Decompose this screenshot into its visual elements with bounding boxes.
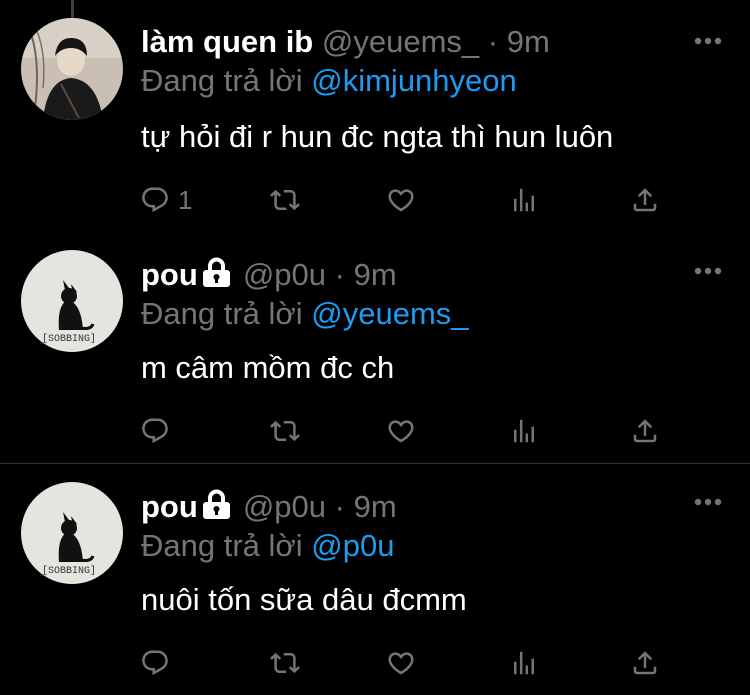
retweet-icon	[270, 185, 300, 215]
separator-dot: ·	[487, 24, 499, 59]
mention-link[interactable]: @yeuems_	[311, 296, 468, 331]
share-button[interactable]	[630, 646, 660, 680]
tweet-2[interactable]: [SOBBING] pou @p0u · 9m Đang trả lời @yeu…	[0, 230, 750, 463]
replying-prefix: Đang trả lời	[141, 63, 303, 98]
reply-count: 1	[178, 184, 193, 215]
action-bar	[140, 414, 680, 448]
tweet-header: pou @p0u · 9m	[141, 489, 397, 525]
thread-line-top	[71, 0, 74, 18]
like-button[interactable]	[386, 414, 416, 448]
analytics-button[interactable]	[509, 414, 539, 448]
like-icon	[386, 416, 416, 446]
replying-prefix: Đang trả lời	[141, 296, 303, 331]
more-icon[interactable]	[694, 267, 722, 275]
user-handle[interactable]: @yeuems_	[322, 24, 479, 59]
display-name[interactable]: pou	[141, 257, 198, 292]
reply-button[interactable]	[140, 646, 170, 680]
analytics-button[interactable]	[509, 183, 539, 217]
person-photo-icon	[21, 18, 123, 120]
mention-link[interactable]: @kimjunhyeon	[311, 63, 517, 98]
like-button[interactable]	[386, 646, 416, 680]
display-name[interactable]: pou	[141, 489, 198, 524]
retweet-button[interactable]	[270, 183, 300, 217]
mention-link[interactable]: @p0u	[311, 528, 394, 563]
tweet-header: làm quen ib @yeuems_ · 9m	[141, 24, 550, 60]
lock-icon	[202, 489, 231, 520]
reply-button[interactable]: 1	[140, 183, 192, 217]
action-bar	[140, 646, 680, 680]
tweet-text: tự hỏi đi r hun đc ngta thì hun luôn	[141, 119, 614, 154]
timestamp[interactable]: 9m	[354, 489, 397, 524]
avatar-caption: [SOBBING]	[42, 334, 97, 345]
display-name[interactable]: làm quen ib	[141, 24, 313, 59]
action-bar: 1	[140, 183, 680, 217]
reply-icon	[140, 185, 170, 215]
share-icon	[630, 185, 660, 215]
user-handle[interactable]: @p0u	[243, 489, 326, 524]
like-icon	[386, 648, 416, 678]
reply-icon	[140, 648, 170, 678]
separator-dot: ·	[334, 257, 345, 292]
like-button[interactable]	[386, 183, 416, 217]
timestamp[interactable]: 9m	[354, 257, 397, 292]
replying-to: Đang trả lời @yeuems_	[141, 296, 469, 332]
analytics-icon	[509, 648, 539, 678]
analytics-icon	[509, 416, 539, 446]
lock-icon	[202, 257, 231, 288]
separator-dot: ·	[334, 489, 345, 524]
tweet-3[interactable]: [SOBBING] pou @p0u · 9m Đang trả lời @p0u…	[0, 464, 750, 695]
replying-to: Đang trả lời @kimjunhyeon	[141, 63, 517, 99]
tweet-1[interactable]: làm quen ib @yeuems_ · 9m Đang trả lời @…	[0, 0, 750, 230]
share-icon	[630, 648, 660, 678]
avatar[interactable]	[21, 18, 123, 120]
like-icon	[386, 185, 416, 215]
retweet-icon	[270, 416, 300, 446]
share-button[interactable]	[630, 414, 660, 448]
reply-icon	[140, 416, 170, 446]
tweet-text: nuôi tốn sữa dâu đcmm	[141, 582, 467, 617]
analytics-button[interactable]	[509, 646, 539, 680]
share-button[interactable]	[630, 183, 660, 217]
retweet-button[interactable]	[270, 646, 300, 680]
tweet-header: pou @p0u · 9m	[141, 257, 397, 293]
tweet-text: m câm mồm đc ch	[141, 350, 395, 385]
reply-button[interactable]	[140, 414, 170, 448]
retweet-icon	[270, 648, 300, 678]
user-handle[interactable]: @p0u	[243, 257, 326, 292]
avatar-caption: [SOBBING]	[42, 566, 97, 577]
analytics-icon	[509, 185, 539, 215]
share-icon	[630, 416, 660, 446]
more-icon[interactable]	[694, 37, 722, 45]
timestamp[interactable]: 9m	[507, 24, 550, 59]
more-icon[interactable]	[694, 498, 722, 506]
replying-prefix: Đang trả lời	[141, 528, 303, 563]
replying-to: Đang trả lời @p0u	[141, 528, 394, 564]
retweet-button[interactable]	[270, 414, 300, 448]
